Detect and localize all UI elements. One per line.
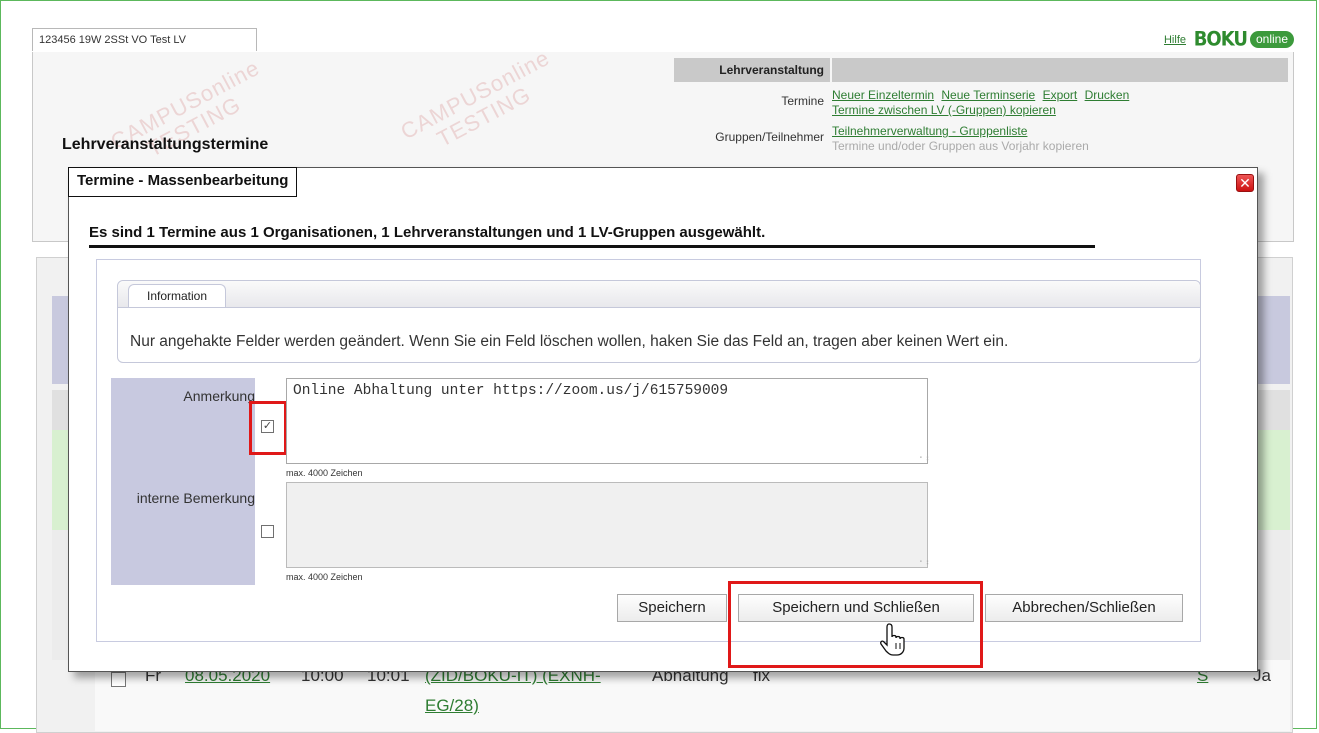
anmerkung-label: Anmerkung [183, 388, 255, 404]
copy-dates-link[interactable]: Termine zwischen LV (-Gruppen) kopieren [832, 103, 1056, 117]
information-text: Nur angehakte Felder werden geändert. We… [130, 333, 1009, 350]
logo-text: BOKU [1193, 27, 1248, 51]
interne-bemerkung-textarea[interactable] [286, 482, 928, 568]
information-box: Information Nur angehakte Felder werden … [117, 280, 1201, 363]
export-link[interactable]: Export [1043, 88, 1078, 102]
tab-bar: 123456 19W 2SSt VO Test LV Hilfe BOKU on… [32, 27, 1294, 53]
field-label-column: Anmerkung interne Bemerkung [111, 378, 255, 585]
edit-form: Information Nur angehakte Felder werden … [96, 259, 1201, 642]
selection-summary: Es sind 1 Termine aus 1 Organisationen, … [89, 224, 1095, 248]
close-icon[interactable]: ✕ [1236, 174, 1254, 192]
new-single-date-link[interactable]: Neuer Einzeltermin [832, 88, 934, 102]
page-title: Lehrveranstaltungstermine [62, 136, 269, 153]
dialog-title: Termine - Massenbearbeitung [68, 167, 298, 197]
lv-row-label: Gruppen/Teilnehmer [715, 130, 824, 144]
anmerkung-textarea[interactable]: Online Abhaltung unter https://zoom.us/j… [286, 378, 928, 464]
lv-panel-header: Lehrveranstaltung [674, 58, 830, 82]
interne-bemerkung-max-hint: max. 4000 Zeichen [286, 572, 363, 582]
lv-row-groups: Gruppen/Teilnehmer Teilnehmerverwaltung … [674, 124, 1288, 154]
new-date-series-link[interactable]: Neue Terminserie [941, 88, 1035, 102]
print-link[interactable]: Drucken [1085, 88, 1130, 102]
interne-bemerkung-label: interne Bemerkung [136, 490, 255, 506]
resize-grip-icon[interactable]: ⠂⠆ [919, 453, 932, 464]
lv-actions-panel: Lehrveranstaltung Termine Neuer Einzelte… [674, 58, 1288, 154]
checkbox-highlight [249, 401, 287, 455]
cancel-close-button[interactable]: Abbrechen/Schließen [985, 594, 1183, 622]
participant-management-link[interactable]: Teilnehmerverwaltung - Gruppenliste [832, 124, 1027, 138]
anmerkung-max-hint: max. 4000 Zeichen [286, 468, 363, 478]
information-legend: Information [128, 284, 227, 307]
save-close-highlight [728, 581, 983, 668]
help-link[interactable]: Hilfe [1164, 34, 1186, 46]
hand-pointer-icon [880, 623, 905, 656]
tab-course[interactable]: 123456 19W 2SSt VO Test LV [32, 28, 257, 51]
mass-edit-dialog: Termine - Massenbearbeitung ✕ Es sind 1 … [68, 167, 1258, 672]
copy-previous-year-text: Termine und/oder Gruppen aus Vorjahr kop… [832, 139, 1089, 153]
lv-row-label: Termine [781, 94, 824, 108]
row-location-link-2[interactable]: EG/28) [425, 696, 479, 716]
lv-row-termine: Termine Neuer Einzeltermin Neue Terminse… [674, 88, 1288, 118]
resize-grip-icon[interactable]: ⠂⠆ [919, 557, 932, 568]
save-button[interactable]: Speichern [617, 594, 727, 622]
boku-online-logo[interactable]: BOKU online [1193, 27, 1294, 51]
interne-bemerkung-checkbox[interactable] [261, 525, 274, 538]
logo-badge: online [1249, 30, 1294, 48]
